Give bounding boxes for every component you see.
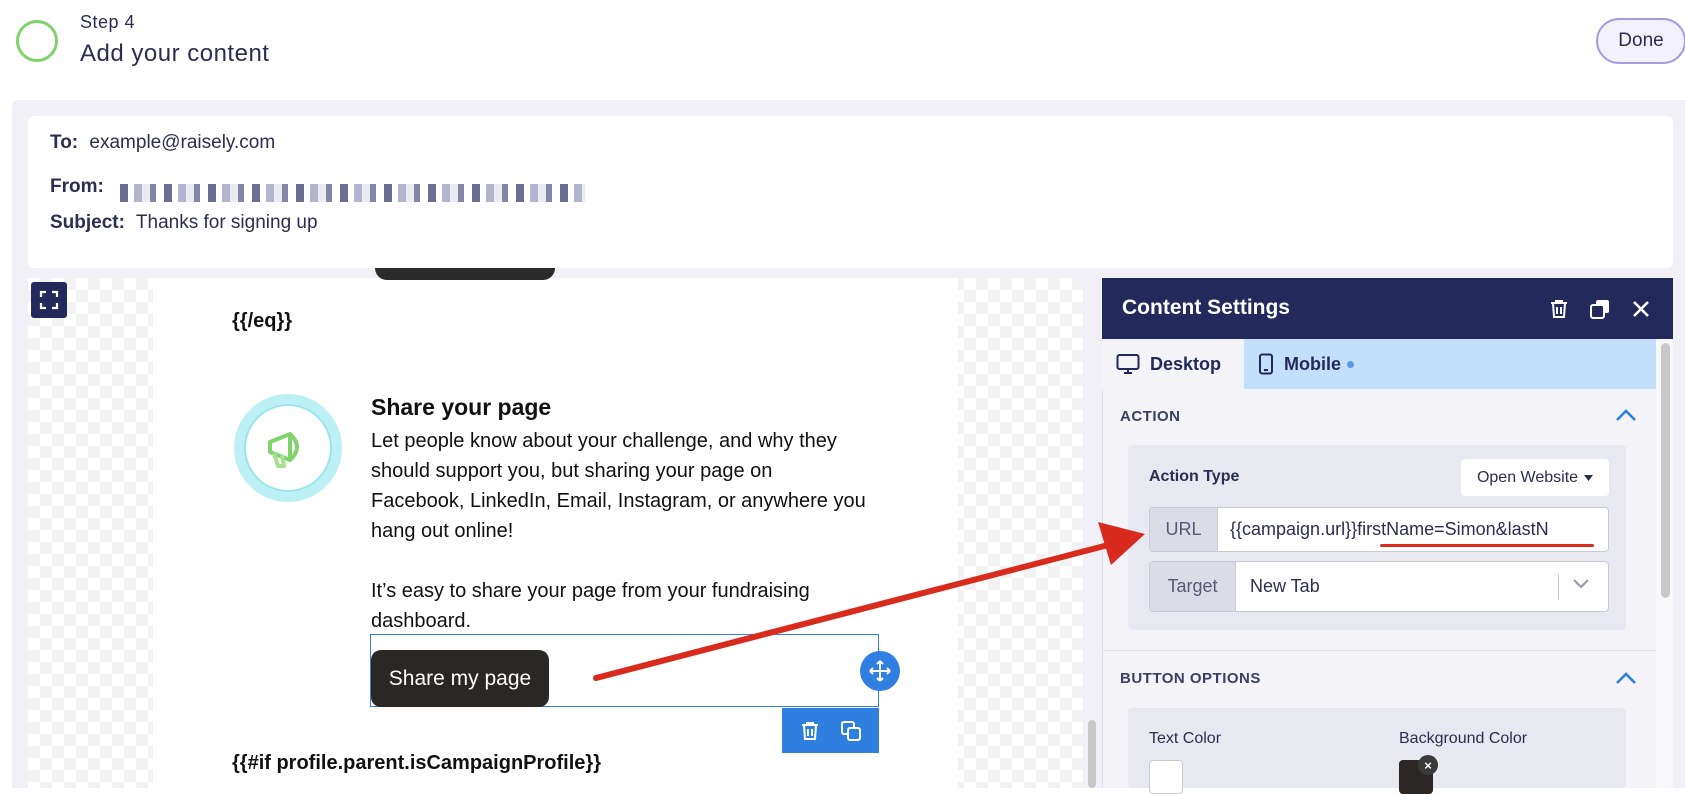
url-addon-label: URL	[1150, 508, 1218, 551]
megaphone-badge	[234, 394, 342, 502]
from-value-redacted	[120, 184, 585, 202]
text-color-swatch[interactable]	[1149, 760, 1183, 794]
block-toolbar	[782, 708, 879, 753]
mobile-indicator-dot	[1347, 360, 1354, 368]
panel-title: Content Settings	[1122, 296, 1290, 319]
target-addon-label: Target	[1150, 562, 1236, 611]
delete-block-icon[interactable]	[799, 720, 821, 742]
tab-desktop-label: Desktop	[1150, 353, 1222, 374]
tab-mobile-label: Mobile	[1284, 353, 1341, 374]
move-block-handle[interactable]	[860, 651, 900, 691]
chevron-down-icon	[1573, 579, 1589, 589]
megaphone-icon	[268, 432, 299, 468]
trash-icon	[1551, 300, 1567, 318]
share-section-text-2: It’s easy to share your page from your f…	[371, 580, 810, 632]
to-row: To: example@raisely.com	[50, 132, 275, 154]
text-color-label: Text Color	[1149, 730, 1222, 747]
previous-button-edge	[375, 268, 555, 280]
close-icon	[1633, 301, 1649, 317]
panel-duplicate-button[interactable]	[1587, 296, 1613, 322]
from-label: From:	[50, 176, 104, 197]
duplicate-icon	[1590, 300, 1609, 319]
step-title: Add your content	[80, 40, 270, 67]
share-section-title: Share your page	[371, 394, 552, 420]
canvas-scrollbar[interactable]	[1088, 720, 1096, 788]
button-options-box	[1128, 708, 1626, 788]
action-type-label: Action Type	[1149, 468, 1240, 485]
move-icon	[869, 660, 891, 682]
background-color-label: Background Color	[1399, 730, 1528, 747]
duplicate-block-icon[interactable]	[840, 720, 862, 742]
subject-row: Subject: Thanks for signing up	[50, 212, 318, 234]
to-label: To:	[50, 132, 79, 153]
mobile-icon	[1259, 353, 1273, 375]
collapse-button-options-chevron-icon[interactable]	[1615, 671, 1637, 685]
step-status-circle-icon	[16, 20, 58, 62]
clear-background-color-button[interactable]: ×	[1418, 755, 1438, 775]
handlebars-if-line: {{#if profile.parent.isCampaignProfile}}	[232, 752, 601, 774]
desktop-icon	[1116, 354, 1140, 374]
subject-label: Subject:	[50, 212, 125, 233]
from-row: From:	[50, 176, 110, 198]
panel-delete-button[interactable]	[1546, 296, 1572, 322]
to-value: example@raisely.com	[89, 132, 276, 153]
done-button[interactable]: Done	[1596, 18, 1685, 64]
target-select[interactable]: Target New Tab	[1149, 561, 1609, 612]
collapse-action-chevron-icon[interactable]	[1615, 408, 1637, 422]
action-type-dropdown[interactable]: Open Website	[1461, 459, 1609, 496]
annotation-underline	[1380, 544, 1594, 547]
target-value: New Tab	[1250, 576, 1320, 596]
button-options-section-title: BUTTON OPTIONS	[1120, 670, 1261, 687]
fullscreen-button[interactable]	[31, 282, 67, 318]
panel-scrollbar[interactable]	[1661, 343, 1670, 598]
subject-value: Thanks for signing up	[135, 212, 318, 233]
tab-mobile[interactable]: Mobile	[1244, 339, 1394, 389]
fullscreen-icon	[39, 290, 59, 310]
step-header: Step 4 Add your content Done	[0, 0, 1685, 100]
share-section-text: Let people know about your challenge, an…	[371, 430, 866, 542]
panel-close-button[interactable]	[1628, 296, 1654, 322]
handlebars-eq-close: {{/eq}}	[232, 310, 293, 332]
action-section-title: ACTION	[1120, 408, 1181, 425]
tab-desktop[interactable]: Desktop	[1102, 339, 1244, 389]
caret-down-icon	[1584, 474, 1594, 481]
action-type-value: Open Website	[1476, 468, 1579, 486]
share-my-page-button[interactable]: Share my page	[371, 650, 549, 707]
step-label: Step 4	[80, 12, 136, 32]
